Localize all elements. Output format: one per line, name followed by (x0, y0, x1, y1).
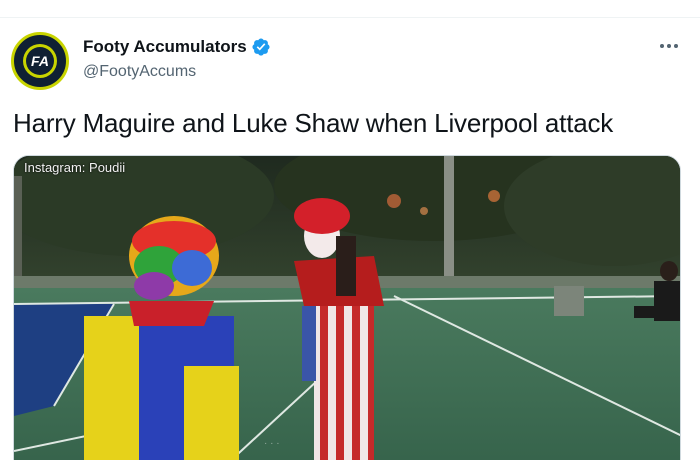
tweet-text: Harry Maguire and Luke Shaw when Liverpo… (13, 108, 614, 138)
verified-badge-icon (252, 38, 270, 56)
top-divider (0, 17, 700, 18)
footy-accumulators-logo-icon: FA (15, 36, 65, 86)
svg-text:· · ·: · · · (264, 438, 280, 449)
author-name-row[interactable]: Footy Accumulators (83, 37, 271, 57)
video-frame-image: · · · (14, 156, 680, 460)
tweet-media-video[interactable]: · · · Instagram: Poudii (13, 155, 681, 460)
avatar[interactable]: FA (11, 32, 69, 90)
tweet-card: FA Footy Accumulators @FootyAccums Harry… (0, 0, 700, 460)
more-options-icon (660, 44, 678, 48)
avatar-initials: FA (31, 53, 49, 69)
more-options-button[interactable] (656, 36, 682, 56)
author-display-name[interactable]: Footy Accumulators (83, 37, 247, 57)
video-watermark: Instagram: Poudii (24, 160, 126, 175)
author-handle[interactable]: @FootyAccums (83, 63, 196, 81)
